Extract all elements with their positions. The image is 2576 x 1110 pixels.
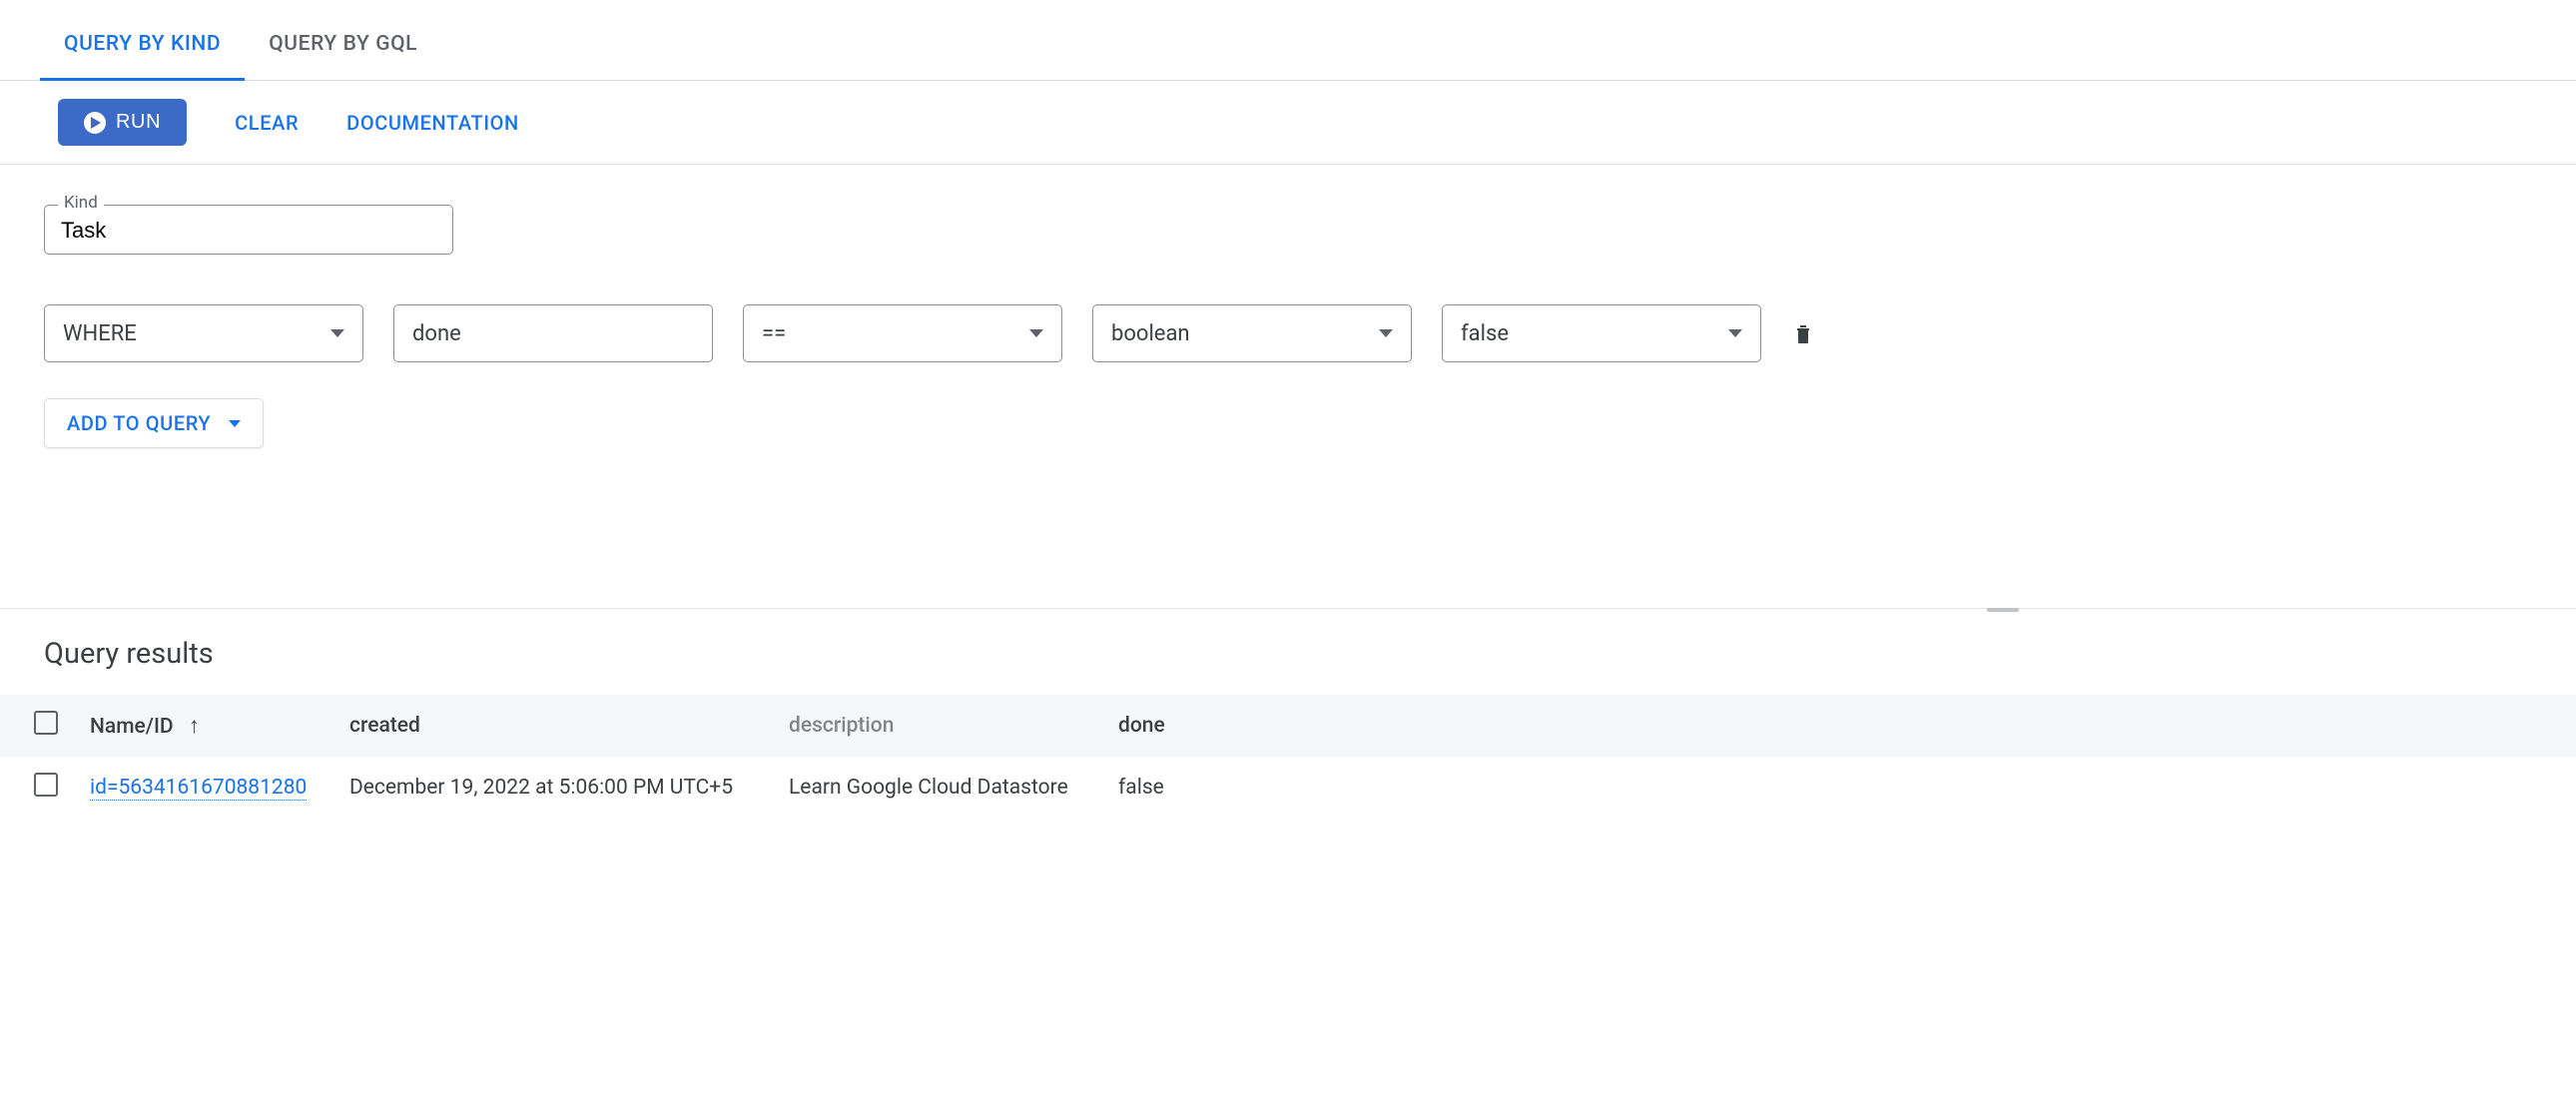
play-icon — [84, 112, 106, 134]
cell-done: false — [1118, 757, 2576, 819]
kind-field: Kind — [44, 205, 453, 255]
kind-input[interactable] — [44, 205, 453, 255]
query-builder: Kind WHERE done == boolean false ADD TO … — [0, 165, 2576, 448]
clause-value: WHERE — [63, 321, 137, 346]
type-select[interactable]: boolean — [1092, 304, 1412, 362]
select-all-checkbox[interactable] — [34, 711, 58, 735]
chevron-down-icon — [330, 329, 344, 337]
chevron-down-icon — [229, 420, 241, 427]
action-toolbar: RUN CLEAR DOCUMENTATION — [0, 81, 2576, 165]
cell-created: December 19, 2022 at 5:06:00 PM UTC+5 — [349, 757, 789, 819]
sort-ascending-icon: ↑ — [189, 714, 200, 739]
results-title: Query results — [0, 609, 2576, 695]
drag-handle[interactable] — [1987, 608, 2019, 612]
property-value: done — [412, 321, 461, 346]
column-header-created[interactable]: created — [349, 695, 789, 757]
tab-query-by-kind[interactable]: QUERY BY KIND — [40, 32, 245, 81]
chevron-down-icon — [1728, 329, 1742, 337]
tab-query-by-gql[interactable]: QUERY BY GQL — [245, 32, 441, 80]
add-to-query-button[interactable]: ADD TO QUERY — [44, 398, 264, 448]
run-button-label: RUN — [116, 111, 161, 134]
run-button[interactable]: RUN — [58, 99, 187, 146]
value-value: false — [1461, 321, 1509, 346]
filter-row: WHERE done == boolean false — [44, 304, 2532, 362]
clause-select[interactable]: WHERE — [44, 304, 363, 362]
results-panel: Query results Name/ID ↑ created descript… — [0, 608, 2576, 819]
property-input[interactable]: done — [393, 304, 713, 362]
operator-value: == — [762, 321, 786, 346]
query-mode-tabs: QUERY BY KIND QUERY BY GQL — [0, 32, 2576, 81]
chevron-down-icon — [1379, 329, 1393, 337]
cell-description: Learn Google Cloud Datastore — [789, 757, 1118, 819]
column-header-description[interactable]: description — [789, 695, 1118, 757]
column-header-name[interactable]: Name/ID ↑ — [90, 695, 349, 757]
results-table: Name/ID ↑ created description done id=56… — [0, 695, 2576, 819]
documentation-link[interactable]: DOCUMENTATION — [346, 111, 519, 135]
trash-icon[interactable] — [1791, 321, 1815, 345]
type-value: boolean — [1111, 321, 1190, 346]
add-to-query-label: ADD TO QUERY — [67, 411, 211, 435]
row-checkbox[interactable] — [34, 773, 58, 797]
table-row: id=5634161670881280 December 19, 2022 at… — [0, 757, 2576, 819]
column-header-done[interactable]: done — [1118, 695, 2576, 757]
results-header-row: Name/ID ↑ created description done — [0, 695, 2576, 757]
clear-button[interactable]: CLEAR — [235, 111, 299, 135]
entity-id-link[interactable]: id=5634161670881280 — [90, 776, 307, 801]
value-select[interactable]: false — [1442, 304, 1761, 362]
kind-label: Kind — [58, 193, 104, 213]
chevron-down-icon — [1029, 329, 1043, 337]
operator-select[interactable]: == — [743, 304, 1062, 362]
